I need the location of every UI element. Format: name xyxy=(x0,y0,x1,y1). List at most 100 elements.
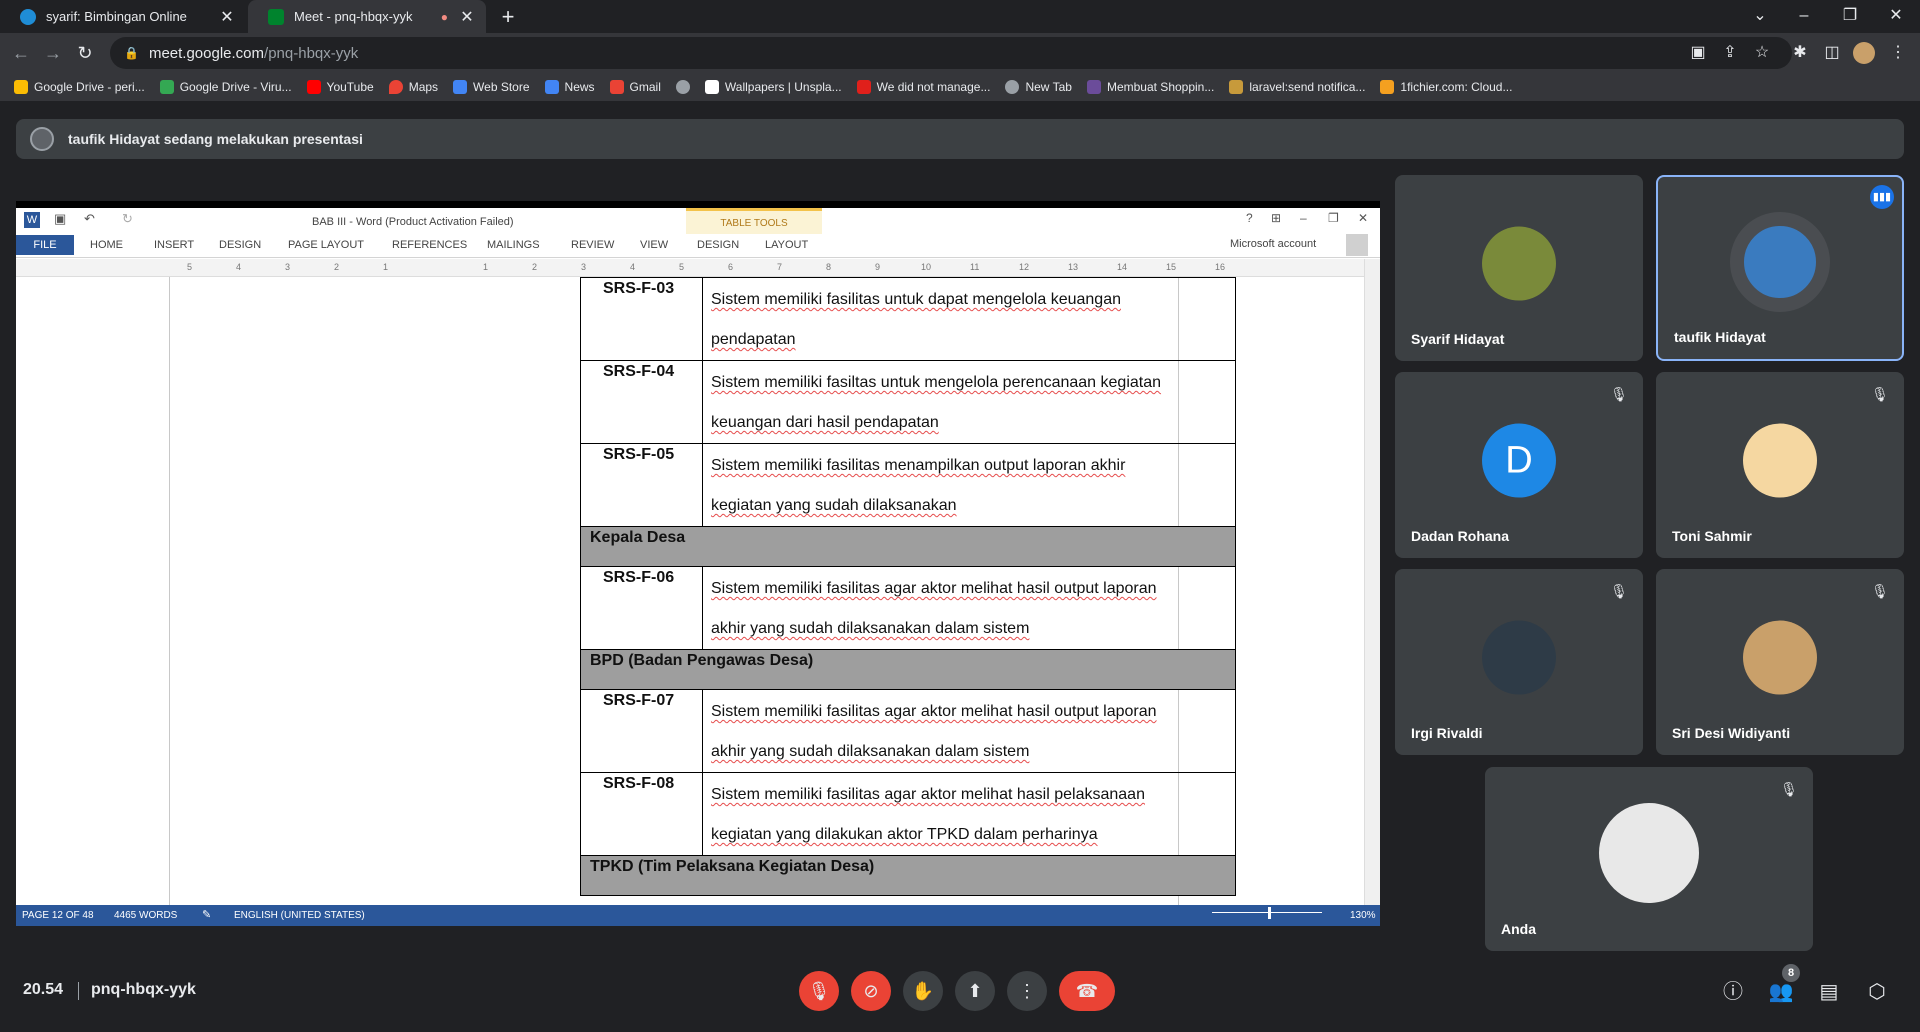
profile-avatar[interactable] xyxy=(1853,42,1875,64)
tab-title: syarif: Bimbingan Online xyxy=(46,9,187,24)
ribbon-display-button[interactable]: ⊞ xyxy=(1271,211,1281,225)
people-icon[interactable]: 👥 xyxy=(1768,979,1794,1005)
word-count[interactable]: 4465 WORDS xyxy=(114,910,177,921)
forward-button[interactable]: → xyxy=(40,41,66,65)
mic-off-icon: 🎙 xyxy=(1871,583,1889,599)
ribbon-tab-design[interactable]: DESIGN xyxy=(219,239,261,251)
microsoft-account-label[interactable]: Microsoft account xyxy=(1230,238,1316,250)
ribbon-tab-mailings[interactable]: MAILINGS xyxy=(487,239,540,251)
participant-tile[interactable]: 🎙 Irgi Rivaldi xyxy=(1395,569,1643,755)
restore-button[interactable]: ❐ xyxy=(1828,4,1872,28)
bookmark-item[interactable] xyxy=(675,80,690,94)
participant-tile-presenter[interactable]: ▮▮▮ taufik Hidayat xyxy=(1656,175,1904,361)
description-line: kegiatan yang dilakukan aktor TPKD dalam… xyxy=(711,826,1098,843)
tab-bimbingan[interactable]: syarif: Bimbingan Online ✕ xyxy=(0,0,246,33)
participant-name: Sri Desi Widiyanti xyxy=(1672,725,1791,741)
bookmark-item[interactable]: Web Store xyxy=(453,80,530,94)
tab-search-chevron-icon[interactable]: ⌄ xyxy=(1738,4,1782,28)
gmail-icon xyxy=(609,80,624,94)
close-window-button[interactable]: ✕ xyxy=(1874,4,1918,28)
meeting-code[interactable]: pnq-hbqx-yyk xyxy=(91,981,196,999)
activities-icon[interactable]: ⬡ xyxy=(1864,979,1890,1005)
description-line: Sistem memiliki fasilitas menampilkan ou… xyxy=(711,457,1126,474)
ribbon-tab-view[interactable]: VIEW xyxy=(640,239,668,251)
document-page[interactable]: SRS-F-03 Sistem memiliki fasilitas untuk … xyxy=(169,277,1236,905)
participant-tile-self[interactable]: 🎙 Anda xyxy=(1485,767,1813,951)
vertical-scrollbar[interactable] xyxy=(1364,259,1380,905)
bookmark-item[interactable]: 1fichier.com: Cloud... xyxy=(1380,80,1512,94)
description-line: Sistem memiliki fasilitas agar aktor mel… xyxy=(711,703,1157,720)
ribbon-tab-insert[interactable]: INSERT xyxy=(154,239,194,251)
camera-in-use-icon[interactable]: ▣ xyxy=(1686,41,1710,65)
proofing-icon[interactable]: ✎ xyxy=(202,908,211,921)
participant-tile[interactable]: 🎙 Sri Desi Widiyanti xyxy=(1656,569,1904,755)
bookmark-item[interactable]: Google Drive - peri... xyxy=(14,80,145,94)
bookmark-item[interactable]: Wallpapers | Unspla... xyxy=(704,80,842,94)
document-area[interactable]: SRS-F-03 Sistem memiliki fasilitas untuk … xyxy=(16,277,1380,905)
tab-meet[interactable]: Meet - pnq-hbqx-yyk ● ✕ xyxy=(248,0,486,33)
reload-button[interactable]: ↻ xyxy=(72,41,98,65)
word-restore-button[interactable]: ❐ xyxy=(1328,211,1339,225)
participant-name: Anda xyxy=(1501,921,1536,937)
bookmark-item[interactable]: We did not manage... xyxy=(856,80,990,94)
horizontal-ruler[interactable]: 54321 1 2 3 4 5 6 7 8 9 10 11 12 13 14 15 16 xyxy=(16,259,1380,277)
zoom-level[interactable]: 130% xyxy=(1350,910,1376,921)
word-close-button[interactable]: ✕ xyxy=(1358,211,1368,225)
undo-icon[interactable]: ↶ xyxy=(84,211,95,227)
table-group-row: BPD (Badan Pengawas Desa) xyxy=(580,649,1236,690)
bookmark-item[interactable]: New Tab xyxy=(1005,80,1072,94)
bookmark-item[interactable]: Gmail xyxy=(609,80,661,94)
zoom-slider[interactable] xyxy=(1212,912,1322,913)
new-tab-button[interactable]: + xyxy=(494,3,522,31)
bookmark-item[interactable]: Membuat Shoppin... xyxy=(1086,80,1214,94)
bookmark-star-icon[interactable]: ☆ xyxy=(1750,41,1774,65)
speaking-indicator-icon: ▮▮▮ xyxy=(1870,185,1894,209)
raise-hand-button[interactable]: ✋ xyxy=(903,971,943,1011)
classroom-favicon-icon xyxy=(20,8,36,25)
mic-toggle-button[interactable]: 🎙 xyxy=(799,971,839,1011)
extensions-icon[interactable]: ✱ xyxy=(1788,41,1812,65)
help-button[interactable]: ? xyxy=(1246,211,1253,225)
participant-tile[interactable]: 🎙 Toni Sahmir xyxy=(1656,372,1904,558)
share-icon[interactable]: ⇪ xyxy=(1718,41,1742,65)
chat-icon[interactable]: ▤ xyxy=(1816,979,1842,1005)
ribbon-tab-references[interactable]: REFERENCES xyxy=(392,239,467,251)
browser-menu-icon[interactable]: ⋮ xyxy=(1886,41,1910,65)
side-panel-icon[interactable]: ◫ xyxy=(1820,41,1844,65)
bookmark-item[interactable]: Google Drive - Viru... xyxy=(159,80,292,94)
meeting-details-icon[interactable]: ⓘ xyxy=(1720,979,1746,1005)
close-tab-icon[interactable]: ✕ xyxy=(216,7,238,27)
present-now-button[interactable]: ⬆ xyxy=(955,971,995,1011)
requirements-table[interactable]: SRS-F-03 Sistem memiliki fasilitas untuk … xyxy=(580,277,1236,896)
close-tab-icon[interactable]: ✕ xyxy=(456,7,478,27)
bookmark-item[interactable]: laravel:send notifica... xyxy=(1229,80,1365,94)
bookmark-item[interactable]: Maps xyxy=(388,80,438,94)
redo-icon[interactable]: ↻ xyxy=(122,211,133,227)
ribbon-tab-table-layout[interactable]: LAYOUT xyxy=(765,239,808,251)
minimize-button[interactable]: – xyxy=(1782,4,1826,28)
word-minimize-button[interactable]: – xyxy=(1300,211,1307,225)
zoom-slider-thumb[interactable] xyxy=(1268,907,1271,919)
ribbon-tab-review[interactable]: REVIEW xyxy=(571,239,614,251)
language-status[interactable]: ENGLISH (UNITED STATES) xyxy=(234,910,365,921)
participant-tile[interactable]: Syarif Hidayat xyxy=(1395,175,1643,361)
bookmark-item[interactable]: News xyxy=(544,80,595,94)
participant-tile[interactable]: D 🎙 Dadan Rohana xyxy=(1395,372,1643,558)
ribbon-tab-file[interactable]: FILE xyxy=(16,235,74,255)
end-call-button[interactable]: ☎ xyxy=(1059,971,1115,1011)
camera-toggle-button[interactable]: ⊘ xyxy=(851,971,891,1011)
ribbon-tab-home[interactable]: HOME xyxy=(90,239,123,251)
ribbon-tab-table-design[interactable]: DESIGN xyxy=(697,239,739,251)
address-bar[interactable]: 🔒 meet.google.com/pnq-hbqx-yyk xyxy=(110,37,1792,69)
ribbon-tab-page-layout[interactable]: PAGE LAYOUT xyxy=(288,239,364,251)
page-count[interactable]: PAGE 12 OF 48 xyxy=(22,910,94,921)
recording-indicator-icon: ● xyxy=(440,9,448,24)
bookmark-item[interactable]: YouTube xyxy=(306,80,374,94)
bookmarks-bar: Google Drive - peri... Google Drive - Vi… xyxy=(0,73,1920,101)
account-avatar[interactable] xyxy=(1346,234,1368,256)
save-icon[interactable]: ▣ xyxy=(54,211,66,227)
back-button[interactable]: ← xyxy=(8,41,34,65)
more-options-button[interactable]: ⋮ xyxy=(1007,971,1047,1011)
shared-screen: W ▣ ↶ ↻ BAB III - Word (Product Activati… xyxy=(16,201,1380,926)
word-app-icon: W xyxy=(24,212,40,228)
